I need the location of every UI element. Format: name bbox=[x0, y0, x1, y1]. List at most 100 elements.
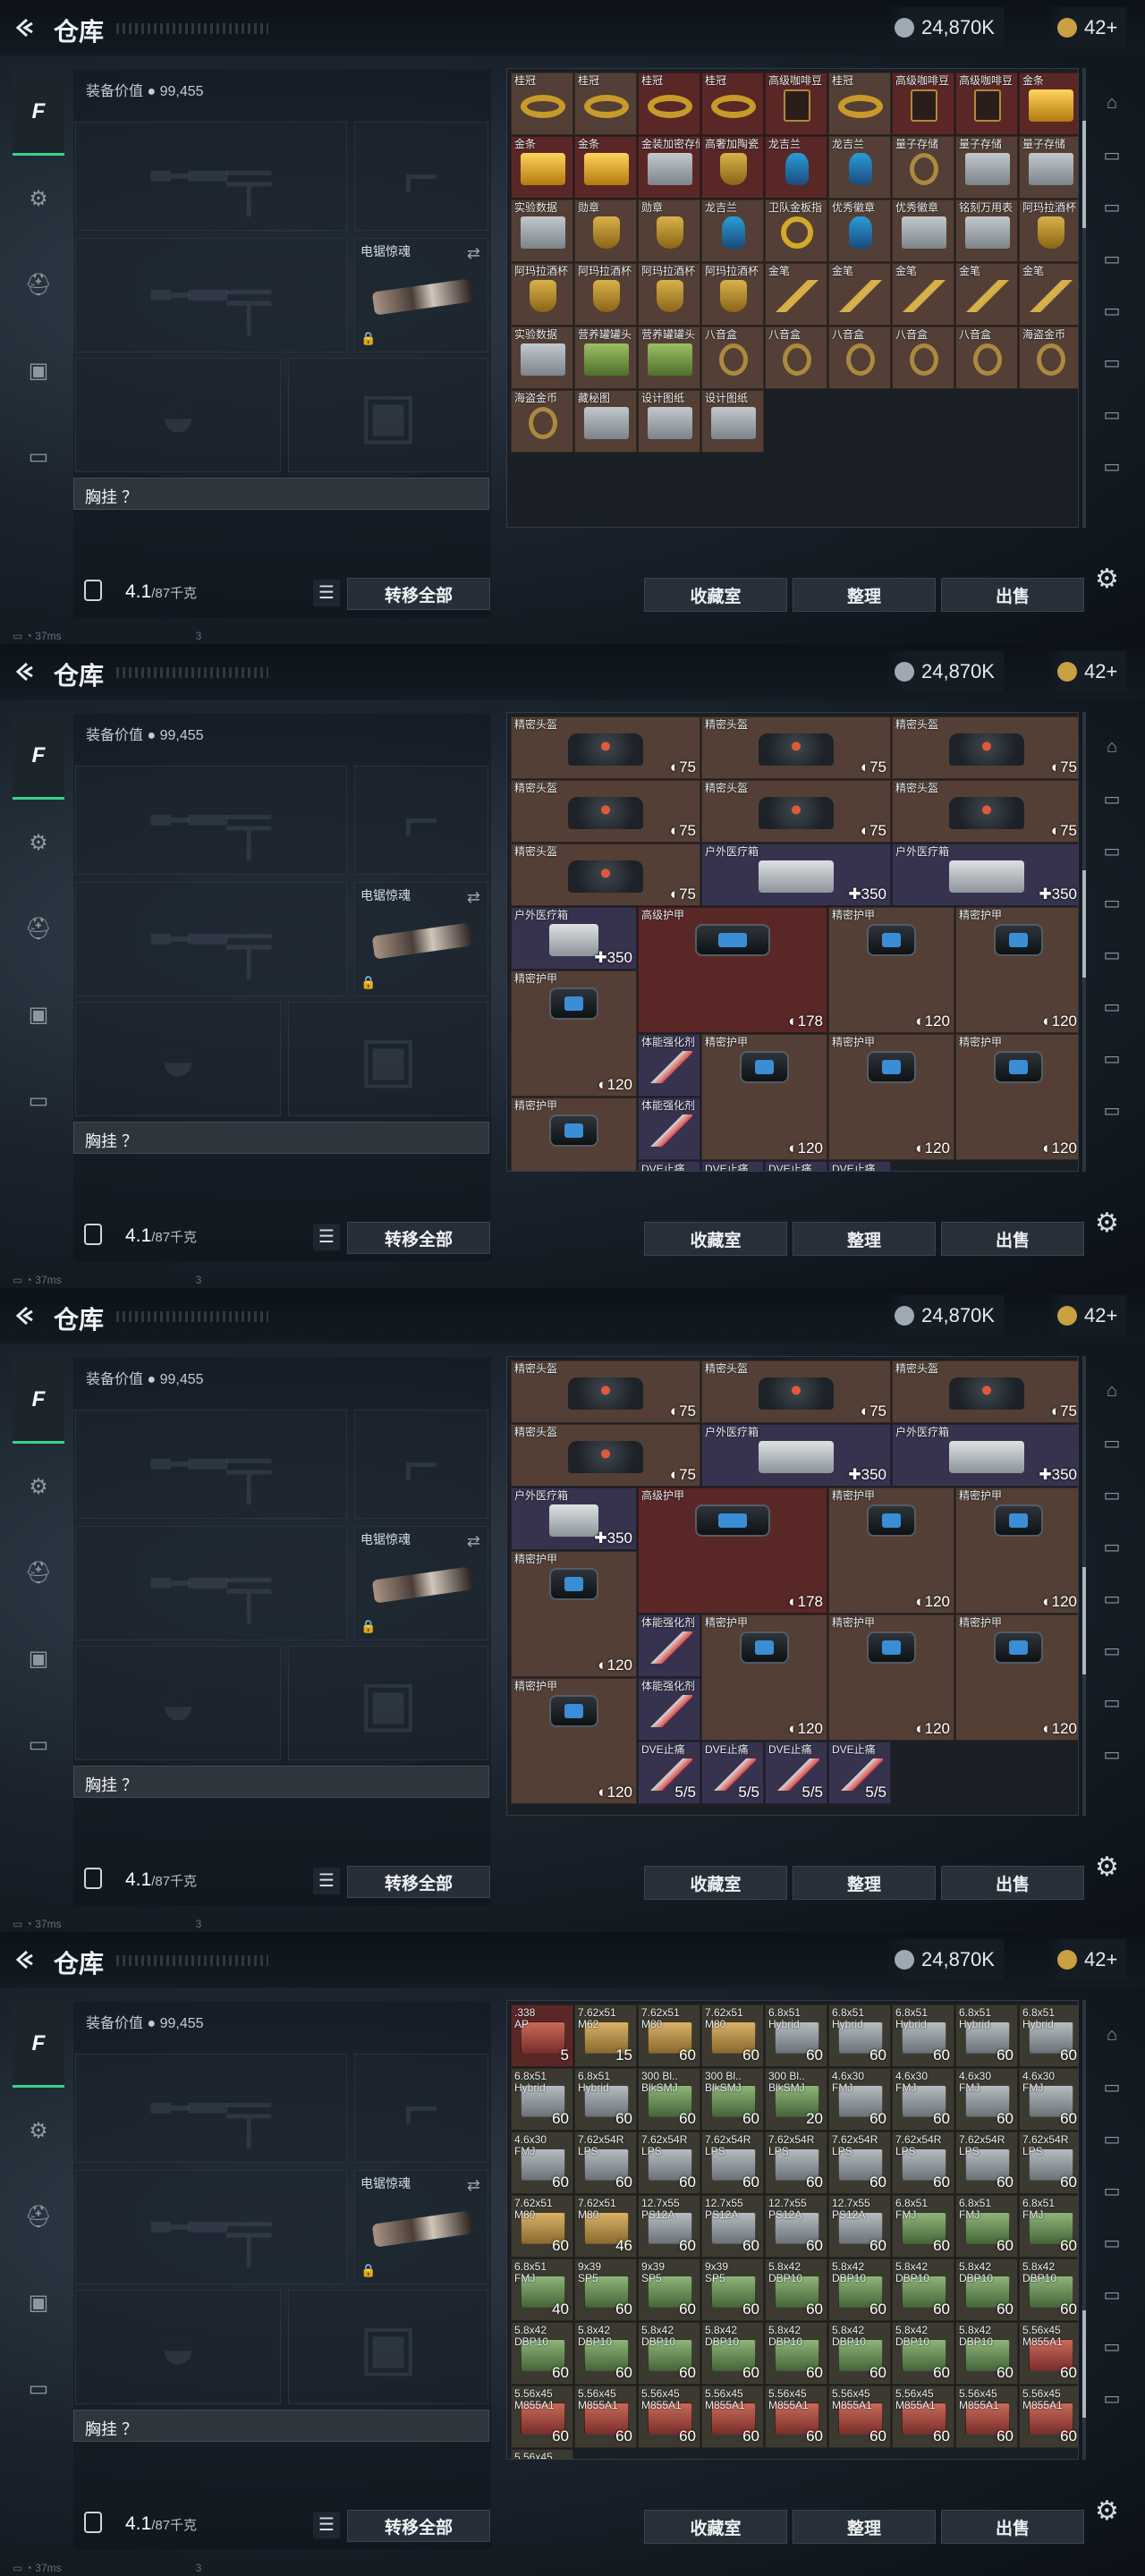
stash-item[interactable]: 八音盒 bbox=[892, 326, 954, 389]
stash-scrollbar[interactable] bbox=[1082, 2000, 1086, 2460]
nav-item-weapons[interactable]: F bbox=[13, 2002, 64, 2088]
stash-item[interactable]: 藏秘图 bbox=[574, 390, 637, 453]
swap-icon[interactable]: ⇄ bbox=[467, 1532, 480, 1551]
stash-item[interactable]: 5.8x42 DBP10 60 bbox=[955, 2322, 1018, 2385]
secondary-weapon-slot[interactable]: ╾━╤ bbox=[75, 1526, 347, 1640]
coin-balance[interactable]: 24,870K bbox=[886, 651, 1004, 692]
secondary-weapon-slot[interactable]: ╾━╤ bbox=[75, 882, 347, 996]
stash-item[interactable]: 5.56x45M855A160 bbox=[1019, 2322, 1078, 2385]
stash-item[interactable]: 7.62x54R LPS 60 bbox=[638, 2131, 700, 2194]
stash-item[interactable]: 5.8x42 DBP10 60 bbox=[765, 2322, 827, 2385]
stash-scrollbar[interactable] bbox=[1082, 1356, 1086, 1816]
stash-item[interactable]: 7.62x54R LPS 60 bbox=[765, 2131, 827, 2194]
back-arrow-icon[interactable] bbox=[13, 1948, 36, 1971]
scrollbar-thumb[interactable] bbox=[1082, 1567, 1086, 1675]
side-tab-vault[interactable]: ⌂ bbox=[1090, 77, 1134, 129]
sort-button[interactable]: 整理 bbox=[793, 1222, 936, 1256]
side-tab-4[interactable]: ▭ bbox=[1090, 928, 1134, 980]
nav-item-backpack[interactable]: ▭ bbox=[13, 413, 64, 499]
stash-item[interactable]: 5.8x42 DBP10 60 bbox=[765, 2258, 827, 2321]
nav-item-rig[interactable]: ▣ bbox=[13, 971, 64, 1057]
side-tab-5[interactable]: ▭ bbox=[1090, 2268, 1134, 2320]
chest-rig-bar[interactable]: 胸挂 ？ bbox=[73, 1122, 489, 1154]
stash-item[interactable]: 金条 bbox=[511, 136, 573, 199]
stash-item[interactable]: 金笔 bbox=[1019, 263, 1078, 326]
stash-item[interactable]: DVE止痛5/5 bbox=[765, 1741, 827, 1804]
transfer-all-button[interactable]: 转移全部 bbox=[347, 2510, 490, 2542]
side-tab-7[interactable]: ▭ bbox=[1090, 1728, 1134, 1780]
stash-item[interactable]: 精密头盔 ◐75 bbox=[892, 1360, 1078, 1423]
stash-item[interactable]: 5.8x42 DBP10 60 bbox=[511, 2322, 573, 2385]
stash-item[interactable]: 优秀徽章 bbox=[892, 199, 954, 262]
stash-item[interactable]: 体能强化剂 bbox=[638, 1097, 700, 1160]
stash-item[interactable]: 龙吉兰 bbox=[828, 136, 891, 199]
stash-item[interactable]: 精密护甲 ◐120 bbox=[955, 1034, 1078, 1160]
side-tab-4[interactable]: ▭ bbox=[1090, 284, 1134, 336]
side-tab-5[interactable]: ▭ bbox=[1090, 1624, 1134, 1676]
helmet-slot[interactable]: ◒ bbox=[75, 358, 281, 472]
stash-item[interactable]: DVE止痛5/5 bbox=[701, 1741, 764, 1804]
stash-item[interactable]: 6.8x51 FMJ 40 bbox=[511, 2258, 573, 2321]
stash-item[interactable]: 9x39 SP5 60 bbox=[638, 2258, 700, 2321]
stash-item[interactable]: 7.62x54R LPS 60 bbox=[574, 2131, 637, 2194]
side-tab-5[interactable]: ▭ bbox=[1090, 336, 1134, 388]
side-tab-1[interactable]: ▭ bbox=[1090, 2061, 1134, 2113]
melee-slot[interactable]: 电锯惊魂 ⇄ 🔒 bbox=[354, 238, 488, 352]
back-arrow-icon[interactable] bbox=[13, 16, 36, 39]
stash-item[interactable]: 设计图纸 bbox=[638, 390, 700, 453]
side-tab-3[interactable]: ▭ bbox=[1090, 1521, 1134, 1572]
stash-item[interactable]: DVE止痛5/5 bbox=[701, 1161, 764, 1171]
nav-item-weapons[interactable]: F bbox=[13, 714, 64, 800]
stash-scrollbar[interactable] bbox=[1082, 712, 1086, 1172]
swap-icon[interactable]: ⇄ bbox=[467, 244, 480, 263]
stash-item[interactable]: 9x39 SP5 60 bbox=[701, 2258, 764, 2321]
stash-item[interactable]: 7.62x51 M80 60 bbox=[701, 2004, 764, 2067]
sell-button[interactable]: 出售 bbox=[941, 1866, 1084, 1900]
stash-item[interactable]: 精密头盔 ◐75 bbox=[511, 716, 700, 779]
primary-weapon-slot[interactable]: ╾━╤ bbox=[75, 122, 347, 231]
stash-item[interactable]: DVE止痛5/5 bbox=[828, 1741, 891, 1804]
side-tab-3[interactable]: ▭ bbox=[1090, 877, 1134, 928]
stash-item[interactable]: 体能强化剂 bbox=[638, 1034, 700, 1097]
stash-item[interactable]: 7.62x54R LPS 60 bbox=[701, 2131, 764, 2194]
secondary-weapon-slot[interactable]: ╾━╤ bbox=[75, 2170, 347, 2284]
stash-item[interactable]: 户外医疗箱 ✚350 bbox=[511, 1487, 637, 1550]
stash-item[interactable]: .338 AP 5 bbox=[511, 2004, 573, 2067]
nav-item-armor[interactable]: ⚙ bbox=[13, 1444, 64, 1530]
gear-icon[interactable]: ⚙ bbox=[1095, 1852, 1119, 1883]
chest-rig-bar[interactable]: 胸挂 ？ bbox=[73, 478, 489, 510]
stash-item[interactable]: 体能强化剂 bbox=[638, 1678, 700, 1741]
stash-item[interactable]: 金笔 bbox=[955, 263, 1018, 326]
side-tab-1[interactable]: ▭ bbox=[1090, 1417, 1134, 1469]
stash-item[interactable]: 精密头盔 ◐75 bbox=[511, 843, 700, 906]
stash-item[interactable]: 5.8x42 DBP10 60 bbox=[828, 2322, 891, 2385]
stash-item[interactable]: 户外医疗箱 ✚350 bbox=[701, 1424, 891, 1487]
stash-item[interactable]: 精密头盔 ◐75 bbox=[701, 780, 891, 843]
stash-item[interactable]: 高级护甲 ◐178 bbox=[638, 1487, 827, 1614]
nav-item-rig[interactable]: ▣ bbox=[13, 1615, 64, 1701]
stash-item[interactable]: 5.56x45M855A160 bbox=[892, 2385, 954, 2448]
ticket-balance[interactable]: 42+ bbox=[1048, 7, 1127, 48]
stash-item[interactable]: 5.8x42 DBP10 60 bbox=[1019, 2258, 1078, 2321]
side-tab-vault[interactable]: ⌂ bbox=[1090, 2009, 1134, 2061]
stash-item[interactable]: 八音盒 bbox=[765, 326, 827, 389]
stash-room-button[interactable]: 收藏室 bbox=[644, 2510, 787, 2544]
stash-item[interactable]: 桂冠 bbox=[638, 72, 700, 135]
stash-item[interactable]: 精密护甲 ◐120 bbox=[701, 1034, 827, 1160]
stash-item[interactable]: 6.8x51 Hybrid 60 bbox=[828, 2004, 891, 2067]
helmet-slot[interactable]: ◒ bbox=[75, 1646, 281, 1760]
stash-item[interactable]: 精密头盔 ◐75 bbox=[511, 1424, 700, 1487]
stash-item[interactable]: 6.8x51 FMJ 60 bbox=[1019, 2195, 1078, 2258]
stash-item[interactable]: 7.62x54R LPS 60 bbox=[1019, 2131, 1078, 2194]
stash-item[interactable]: 7.62x51 M80 60 bbox=[638, 2004, 700, 2067]
stash-item[interactable]: 八音盒 bbox=[828, 326, 891, 389]
sell-button[interactable]: 出售 bbox=[941, 578, 1084, 612]
transfer-all-button[interactable]: 转移全部 bbox=[347, 1866, 490, 1898]
stash-item[interactable]: 300 Bl.. BlkSMJ 60 bbox=[701, 2068, 764, 2131]
stash-item[interactable]: 铭刻万用表 bbox=[955, 199, 1018, 262]
stash-item[interactable]: 量子存储 bbox=[955, 136, 1018, 199]
side-tab-vault[interactable]: ⌂ bbox=[1090, 1365, 1134, 1417]
side-tab-7[interactable]: ▭ bbox=[1090, 2372, 1134, 2424]
helmet-slot[interactable]: ◒ bbox=[75, 1002, 281, 1116]
stash-item[interactable]: 4.6x30 FMJ 60 bbox=[955, 2068, 1018, 2131]
